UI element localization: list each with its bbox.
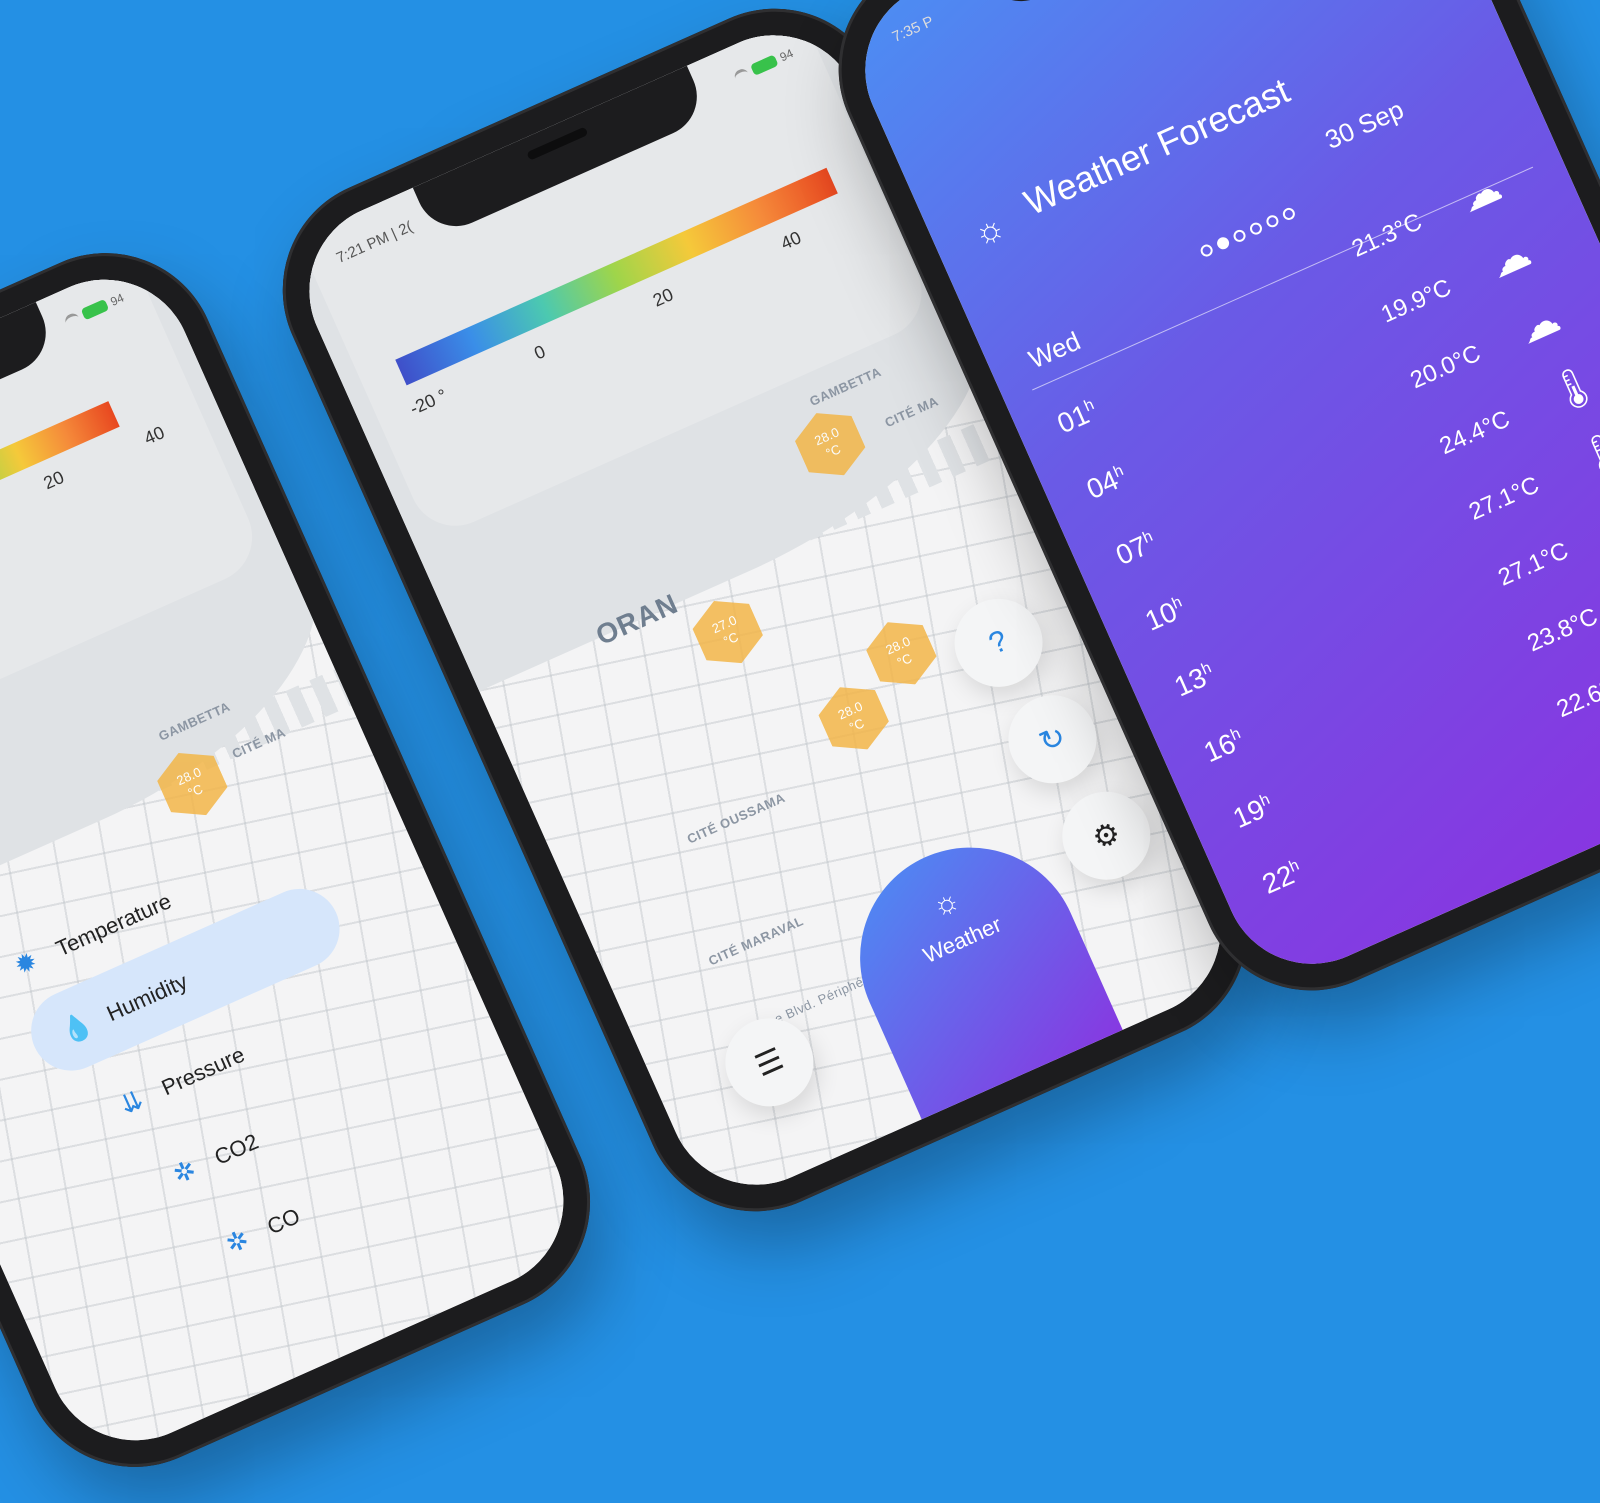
scale-tick: 20 [41,467,68,494]
refresh-icon: ↻ [1034,718,1071,760]
scale-tick: -20 ° [407,385,450,420]
hamburger-icon: ☰ [750,1041,789,1084]
scale-tick: 0 [531,341,549,364]
help-icon: ? [984,624,1013,662]
scale-tick: 20 [650,284,677,311]
scale-tick: 40 [778,227,805,254]
gear-icon: ⚙ [1087,814,1126,857]
scale-tick: 40 [141,422,168,449]
